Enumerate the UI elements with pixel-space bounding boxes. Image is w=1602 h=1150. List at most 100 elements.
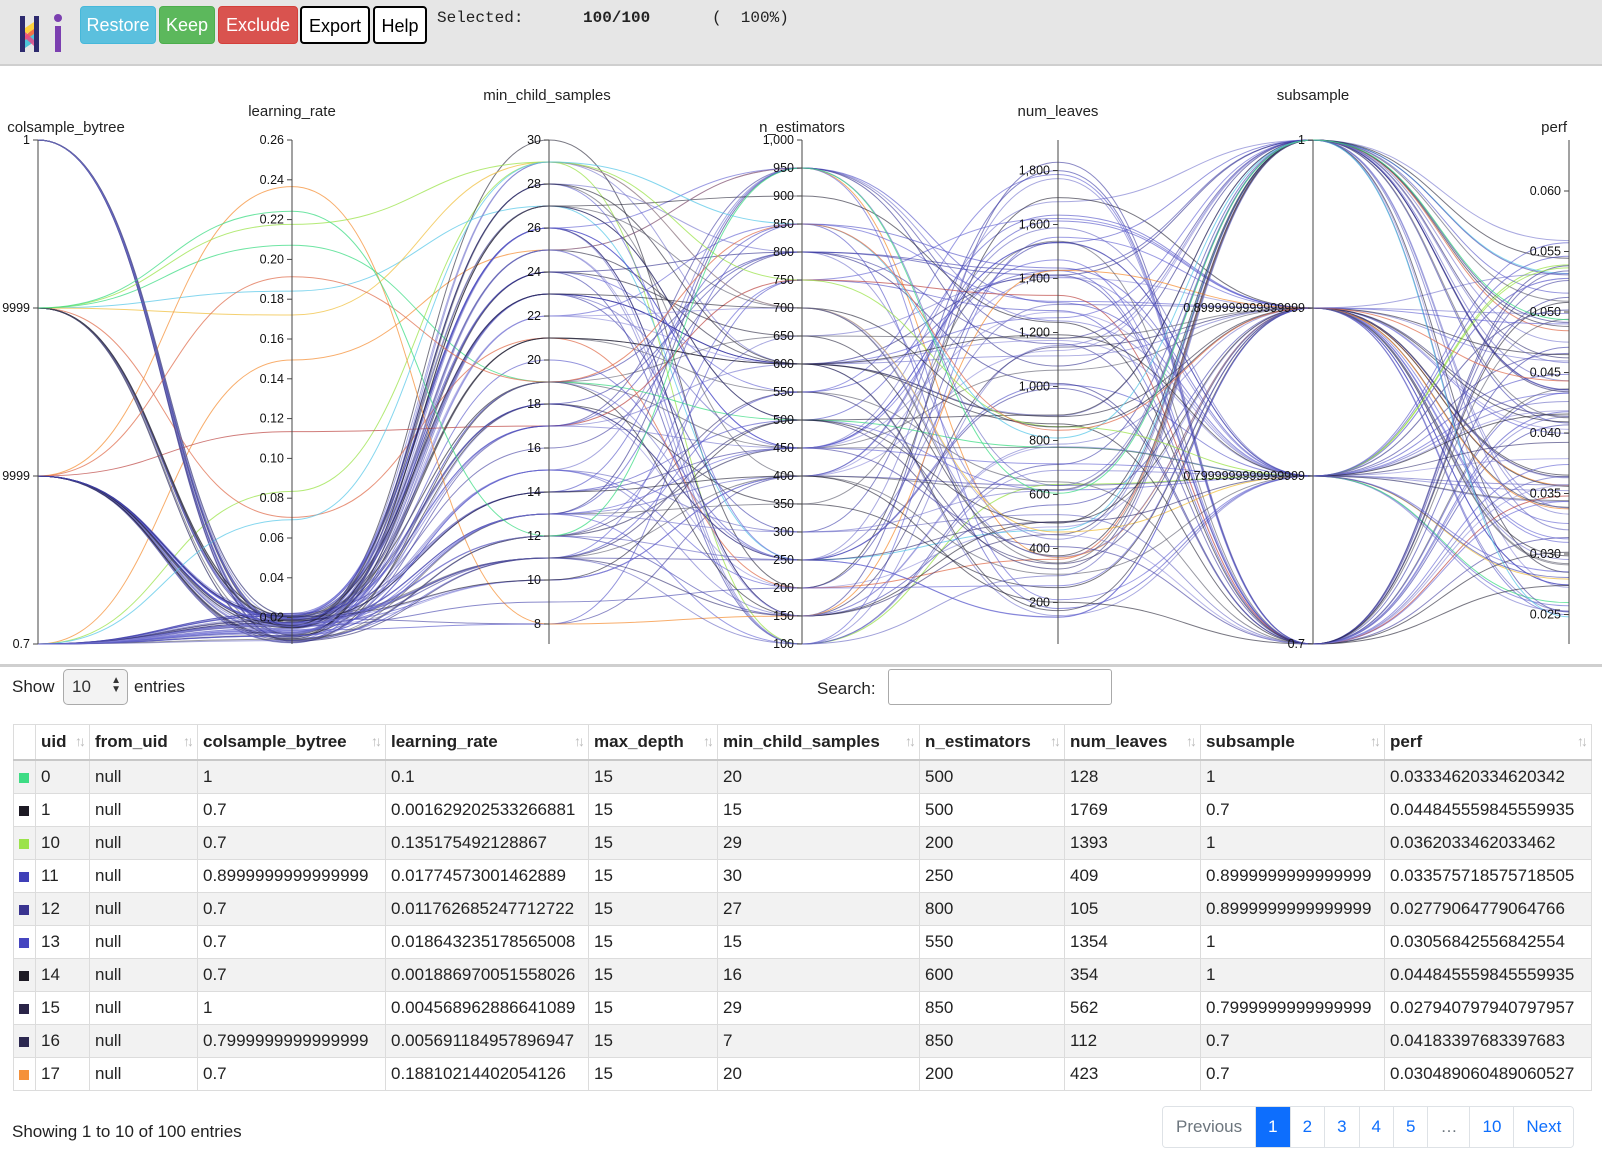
sort-icon[interactable]: ↑↓ [183,733,194,749]
axis-perf[interactable]: perf 0.060 0.055 0.050 0.045 0.040 0.035 0.030 0… [1530,119,1570,644]
data-line[interactable] [37,315,1570,643]
tick-label: 14 [527,485,541,499]
restore-button[interactable]: Restore [80,6,156,44]
cell-max-depth: 15 [588,826,718,860]
tick-label: 12 [527,529,541,543]
data-line[interactable] [37,183,1570,624]
cell-n-estimators: 250 [919,859,1065,893]
data-line[interactable] [37,293,1570,645]
help-button[interactable]: Help [373,6,427,44]
sort-icon[interactable]: ↑↓ [574,733,585,749]
search-input[interactable] [888,669,1112,705]
axis-num-leaves[interactable]: num_leaves 1,800 1,600 1,400 1,200 1,000 800 60… [1018,103,1099,644]
color-column-header [13,724,36,761]
table-row[interactable]: 16 null 0.7999999999999999 0.00569118495789… [13,1024,1592,1058]
row-color-cell [13,793,36,827]
table-row[interactable]: 17 null 0.7 0.18810214402054126 15 20 200 423 0.… [13,1057,1592,1091]
sort-icon[interactable]: ↑↓ [75,733,86,749]
page-3-button[interactable]: 3 [1324,1107,1359,1147]
axis-title[interactable]: perf [1541,119,1568,136]
axis-title[interactable]: learning_rate [248,103,336,120]
tick-label: 0.04 [260,571,284,585]
sort-icon[interactable]: ↑↓ [703,733,714,749]
page-1-button[interactable]: 1 [1255,1107,1290,1147]
axis-learning-rate[interactable]: learning_rate 0.26 0.24 0.22 0.20 0.18 0.16 0.1… [248,103,336,644]
cell-learning-rate: 0.018643235178565008 [385,925,589,959]
cell-max-depth: 15 [588,892,718,926]
cell-num-leaves: 1393 [1064,826,1201,860]
sort-icon[interactable]: ↑↓ [1050,733,1061,749]
axis-subsample[interactable]: subsample 1 0.8999999999999999 0.7999999999… [1183,87,1349,651]
page-4-button[interactable]: 4 [1358,1107,1394,1147]
cell-uid: 14 [35,958,90,992]
toolbar: Restore Keep Exclude Export Help Selecte… [0,0,1602,66]
cell-from-uid: null [89,991,198,1025]
cell-colsample-bytree: 0.7 [197,892,386,926]
cell-max-depth: 15 [588,1024,718,1058]
cell-uid: 12 [35,892,90,926]
column-header-n-estimators[interactable]: n_estimators ↑↓ [919,724,1065,761]
keep-button[interactable]: Keep [159,6,215,44]
parallel-coordinates-plot[interactable]: colsample_bytree1999999990.7learning_rat… [0,68,1602,664]
data-line[interactable] [37,167,1570,622]
table-row[interactable]: 13 null 0.7 0.018643235178565008 15 15 550 1354… [13,925,1592,959]
axis-title[interactable]: num_leaves [1018,103,1099,120]
cell-num-leaves: 409 [1064,859,1201,893]
page-2-button[interactable]: 2 [1289,1107,1325,1147]
data-line[interactable] [37,205,1570,616]
table-row[interactable]: 12 null 0.7 0.011762685247712722 15 27 800 105 0… [13,892,1592,926]
column-header-colsample-bytree[interactable]: colsample_bytree ↑↓ [197,724,386,761]
column-header-from-uid[interactable]: from_uid ↑↓ [89,724,198,761]
column-header-max-depth[interactable]: max_depth ↑↓ [588,724,718,761]
sort-icon[interactable]: ↑↓ [1186,733,1197,749]
cell-subsample: 0.7 [1200,1024,1385,1058]
previous-page-button[interactable]: Previous [1163,1107,1256,1147]
cell-subsample: 1 [1200,958,1385,992]
axis-title[interactable]: subsample [1277,87,1350,104]
tick-label: 0.22 [260,213,284,227]
column-header-uid[interactable]: uid ↑↓ [35,724,90,761]
data-line[interactable] [37,161,1570,477]
cell-perf: 0.0362033462033462 [1384,826,1592,860]
sort-icon[interactable]: ↑↓ [1370,733,1381,749]
pagination: Previous 1 2 3 4 5… 10 Next [1162,1106,1575,1148]
column-header-min-child-samples[interactable]: min_child_samples ↑↓ [717,724,920,761]
cell-min-child-samples: 29 [717,826,920,860]
table-row[interactable]: 14 null 0.7 0.001886970051558026 15 16 600 354 1… [13,958,1592,992]
tick-label: 950 [773,161,794,175]
plot-resize-handle[interactable] [0,664,1602,667]
page-10-button[interactable]: 10 [1469,1107,1514,1147]
data-line[interactable] [37,296,1570,645]
data-line[interactable] [37,403,1570,645]
next-page-button[interactable]: Next [1513,1107,1574,1147]
sort-icon[interactable]: ↑↓ [1577,733,1588,749]
tick-label: 0.26 [260,133,284,147]
data-line[interactable] [37,183,1570,626]
tick-label: 1,000 [1019,380,1050,394]
sort-icon[interactable]: ↑↓ [905,733,916,749]
row-color-cell [13,1024,36,1058]
export-button[interactable]: Export [300,6,370,44]
table-row[interactable]: 10 null 0.7 0.135175492128867 15 29 200 1393 1 0.… [13,826,1592,860]
table-row[interactable]: 15 null 1 0.004568962886641089 15 29 850 562 0.7… [13,991,1592,1025]
cell-max-depth: 15 [588,759,718,794]
column-header-num-leaves[interactable]: num_leaves ↑↓ [1064,724,1201,761]
table-row[interactable]: 0 null 1 0.1 15 20 500 128 1 0.03334620334620342 [13,759,1592,794]
table-row[interactable]: 11 null 0.8999999999999999 0.01774573001462… [13,859,1592,893]
page-5-button[interactable]: 5 [1393,1107,1428,1147]
tick-label: 22 [527,309,541,323]
column-header-subsample[interactable]: subsample ↑↓ [1200,724,1385,761]
column-header-perf[interactable]: perf ↑↓ [1384,724,1592,761]
tick-label: 0.045 [1530,366,1561,380]
cell-num-leaves: 1354 [1064,925,1201,959]
page-length-select[interactable]: 10 ▲ ▼ [63,669,128,705]
tick-label: 0.050 [1530,305,1561,319]
cell-subsample: 0.8999999999999999 [1200,859,1385,893]
cell-uid: 1 [35,793,90,827]
cell-subsample: 1 [1200,759,1385,794]
table-row[interactable]: 1 null 0.7 0.001629202533266881 15 15 500 1769 0… [13,793,1592,827]
axis-title[interactable]: min_child_samples [483,87,611,104]
column-header-learning-rate[interactable]: learning_rate ↑↓ [385,724,589,761]
exclude-button[interactable]: Exclude [218,6,298,44]
sort-icon[interactable]: ↑↓ [371,733,382,749]
